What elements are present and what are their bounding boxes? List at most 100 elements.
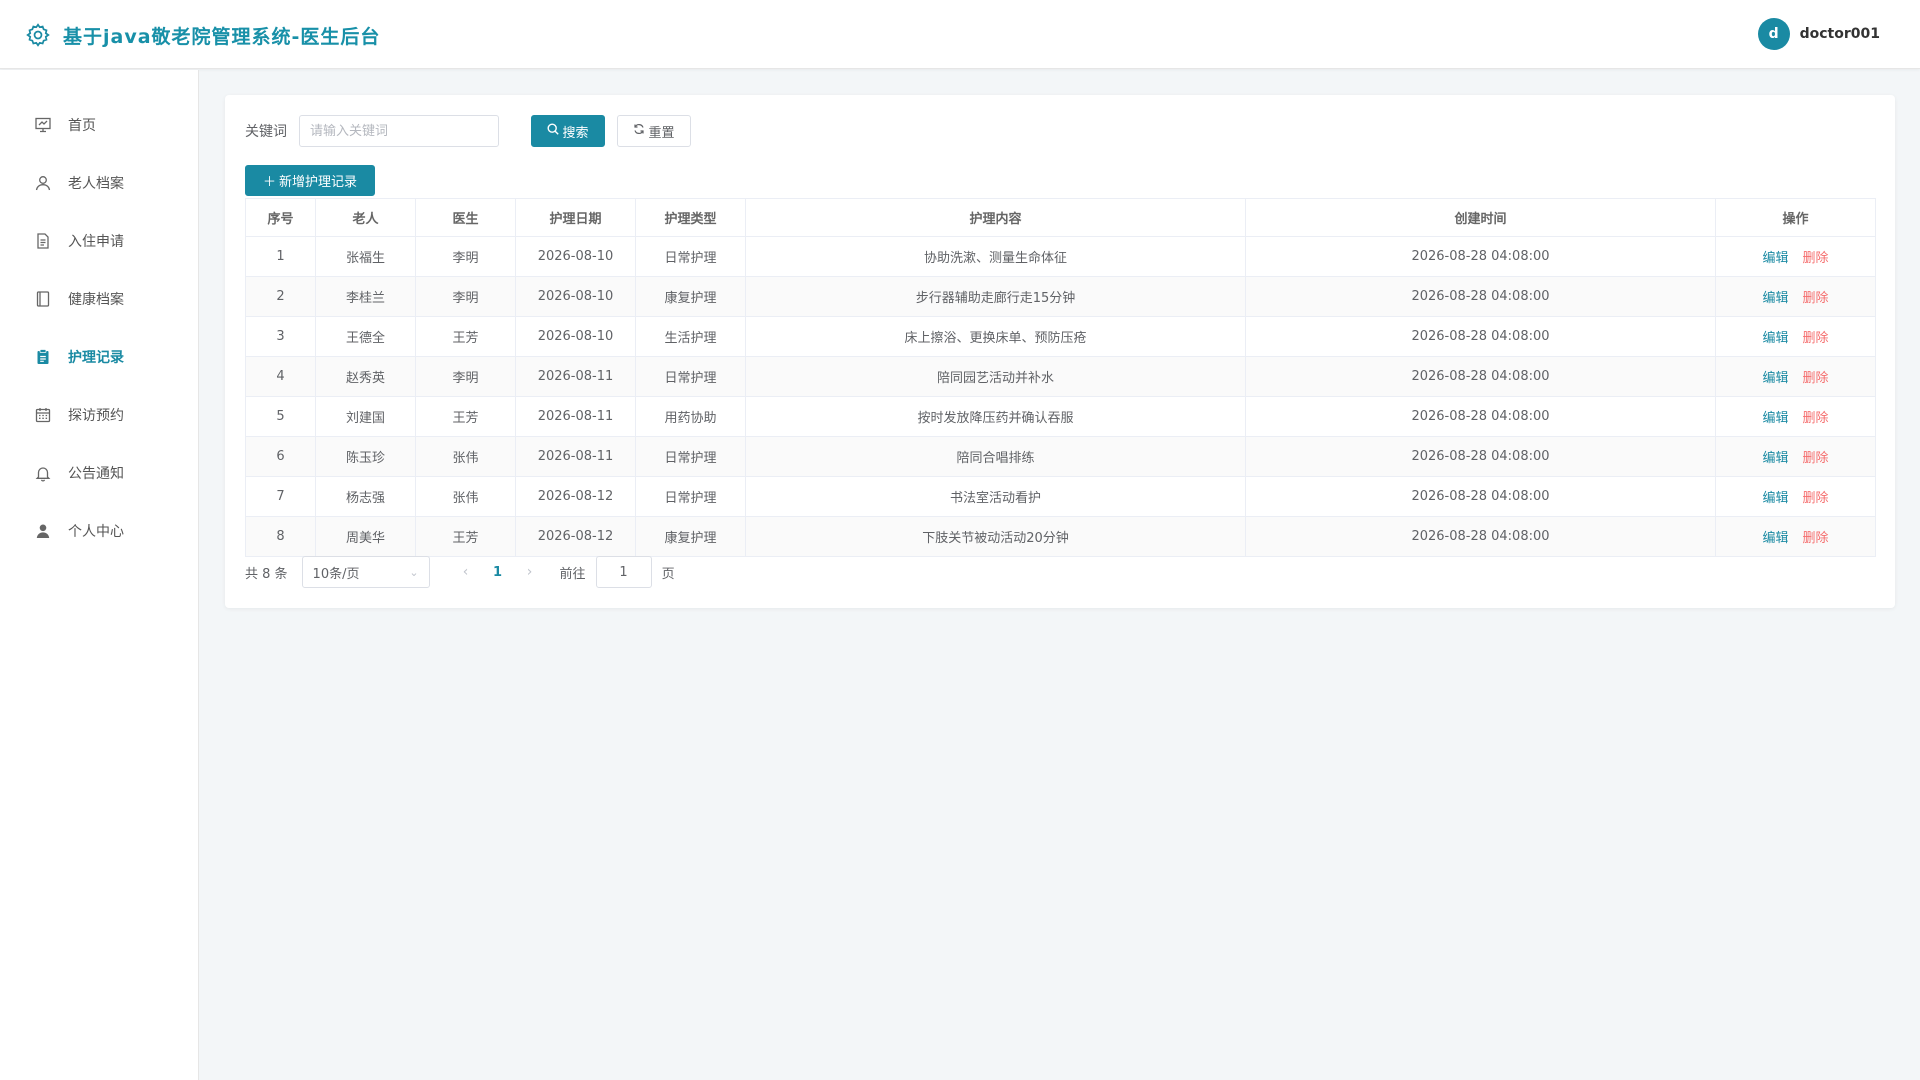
cell-date: 2026-08-11: [515, 356, 636, 397]
delete-link[interactable]: 删除: [1803, 371, 1829, 386]
cell-actions: 编辑 删除: [1715, 276, 1876, 317]
goto-suffix: 页: [661, 566, 675, 582]
delete-link[interactable]: 删除: [1803, 531, 1829, 546]
cell-content: 协助洗漱、测量生命体征: [745, 236, 1246, 277]
cell-doctor: 王芳: [415, 396, 516, 437]
table-row: 8 周美华 王芳 2026-08-12 康复护理 下肢关节被动活动20分钟 20…: [245, 516, 1876, 557]
person-icon: [34, 174, 52, 192]
cell-date: 2026-08-11: [515, 396, 636, 437]
add-nursing-record-button[interactable]: ＋ 新增护理记录: [245, 165, 375, 196]
edit-link[interactable]: 编辑: [1762, 451, 1788, 466]
edit-link[interactable]: 编辑: [1762, 371, 1788, 386]
delete-link[interactable]: 删除: [1803, 251, 1829, 266]
sidebar-item-label: 入住申请: [68, 234, 124, 250]
cell-no: 6: [245, 436, 316, 477]
cell-actions: 编辑 删除: [1715, 316, 1876, 357]
avatar[interactable]: d: [1757, 18, 1790, 50]
next-page-button[interactable]: ›: [514, 564, 546, 580]
cell-doctor: 王芳: [415, 316, 516, 357]
cell-type: 生活护理: [635, 316, 746, 357]
table-row: 4 赵秀英 李明 2026-08-11 日常护理 陪同园艺活动并补水 2026-…: [245, 356, 1876, 397]
cell-created: 2026-08-28 04:08:00: [1245, 316, 1716, 357]
sidebar-item-label: 探访预约: [68, 408, 124, 424]
sidebar-item-admission[interactable]: 入住申请: [0, 212, 198, 270]
search-button[interactable]: 搜索: [531, 115, 605, 147]
column-header: 护理内容: [745, 198, 1246, 237]
reset-button[interactable]: 重置: [617, 115, 691, 147]
sidebar-item-label: 个人中心: [68, 524, 124, 540]
prev-page-button[interactable]: ‹: [450, 564, 482, 580]
sidebar-item-health[interactable]: 健康档案: [0, 270, 198, 328]
cell-doctor: 李明: [415, 356, 516, 397]
plus-icon: ＋: [262, 175, 276, 190]
cell-content: 床上擦浴、更换床单、预防压疮: [745, 316, 1246, 357]
nursing-records-table: 序号 老人 医生 护理日期 护理类型 护理内容 创建时间 操作 1 张福生 李明…: [245, 198, 1876, 557]
table-header-row: 序号 老人 医生 护理日期 护理类型 护理内容 创建时间 操作: [245, 198, 1876, 237]
add-button-label: 新增护理记录: [279, 175, 358, 190]
user-menu[interactable]: d doctor001: [1757, 18, 1880, 50]
cell-created: 2026-08-28 04:08:00: [1245, 396, 1716, 437]
cell-date: 2026-08-11: [515, 436, 636, 477]
sidebar-item-visits[interactable]: 探访预约: [0, 386, 198, 444]
delete-link[interactable]: 删除: [1803, 491, 1829, 506]
total-count: 共 8 条: [245, 566, 288, 582]
cell-actions: 编辑 删除: [1715, 516, 1876, 557]
clipboard-icon: [34, 348, 52, 366]
cell-elder: 杨志强: [315, 476, 416, 517]
table-row: 6 陈玉珍 张伟 2026-08-11 日常护理 陪同合唱排练 2026-08-…: [245, 436, 1876, 477]
column-header: 护理日期: [515, 198, 636, 237]
page-number[interactable]: 1: [482, 565, 514, 580]
goto-page-input[interactable]: [595, 556, 652, 588]
sidebar-menu: 首页 老人档案 入住申请 健康档案 护理记录 探访预约 公告通知 个人中心: [0, 70, 198, 560]
sidebar: 首页 老人档案 入住申请 健康档案 护理记录 探访预约 公告通知 个人中心: [0, 70, 199, 1080]
pagination: 共 8 条 10条/页 ⌄ ‹ 1 › 前往 页: [245, 556, 675, 588]
cell-actions: 编辑 删除: [1715, 476, 1876, 517]
chart-board-icon: [34, 116, 52, 134]
cell-type: 日常护理: [635, 476, 746, 517]
delete-link[interactable]: 删除: [1803, 411, 1829, 426]
delete-link[interactable]: 删除: [1803, 331, 1829, 346]
search-input[interactable]: [299, 115, 499, 147]
app-title: 基于java敬老院管理系统-医生后台: [63, 26, 381, 48]
cell-doctor: 张伟: [415, 436, 516, 477]
edit-link[interactable]: 编辑: [1762, 291, 1788, 306]
cell-created: 2026-08-28 04:08:00: [1245, 276, 1716, 317]
cell-actions: 编辑 删除: [1715, 356, 1876, 397]
delete-link[interactable]: 删除: [1803, 451, 1829, 466]
edit-link[interactable]: 编辑: [1762, 331, 1788, 346]
top-header: 基于java敬老院管理系统-医生后台 d doctor001: [0, 0, 1920, 69]
cell-date: 2026-08-10: [515, 236, 636, 277]
search-icon: [547, 123, 560, 139]
cell-elder: 赵秀英: [315, 356, 416, 397]
column-header: 操作: [1715, 198, 1876, 237]
username[interactable]: doctor001: [1800, 26, 1880, 42]
sidebar-item-elder-files[interactable]: 老人档案: [0, 154, 198, 212]
edit-link[interactable]: 编辑: [1762, 411, 1788, 426]
table-row: 3 王德全 王芳 2026-08-10 生活护理 床上擦浴、更换床单、预防压疮 …: [245, 316, 1876, 357]
cell-actions: 编辑 删除: [1715, 236, 1876, 277]
search-button-label: 搜索: [562, 125, 589, 141]
cell-created: 2026-08-28 04:08:00: [1245, 236, 1716, 277]
edit-link[interactable]: 编辑: [1762, 491, 1788, 506]
edit-link[interactable]: 编辑: [1762, 251, 1788, 266]
cell-type: 用药协助: [635, 396, 746, 437]
sidebar-item-profile[interactable]: 个人中心: [0, 502, 198, 560]
cell-elder: 周美华: [315, 516, 416, 557]
sidebar-item-label: 健康档案: [68, 292, 124, 308]
cell-type: 日常护理: [635, 356, 746, 397]
sidebar-item-notices[interactable]: 公告通知: [0, 444, 198, 502]
sidebar-item-home[interactable]: 首页: [0, 96, 198, 154]
content-card: 关键词 搜索 重置 ＋ 新增护理记录 序号: [225, 95, 1895, 608]
page-size-value: 10条/页: [312, 566, 360, 582]
column-header: 创建时间: [1245, 198, 1716, 237]
edit-link[interactable]: 编辑: [1762, 531, 1788, 546]
user-icon: [34, 522, 52, 540]
sidebar-item-nursing[interactable]: 护理记录: [0, 328, 198, 386]
cell-content: 陪同合唱排练: [745, 436, 1246, 477]
column-header: 医生: [415, 198, 516, 237]
calendar-icon: [34, 406, 52, 424]
cell-elder: 刘建国: [315, 396, 416, 437]
delete-link[interactable]: 删除: [1803, 291, 1829, 306]
cell-elder: 李桂兰: [315, 276, 416, 317]
page-size-select[interactable]: 10条/页 ⌄: [301, 556, 430, 588]
